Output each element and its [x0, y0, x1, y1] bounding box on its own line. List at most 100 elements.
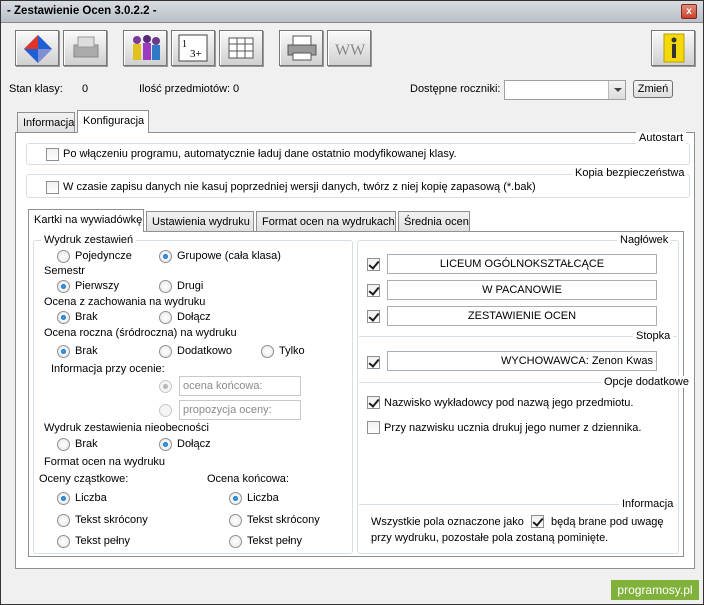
years-select[interactable] [504, 80, 626, 100]
header-line1-field[interactable]: LICEUM OGÓLNOKSZTAŁCĄCE [387, 254, 657, 274]
absence-none-label: Brak [75, 438, 98, 450]
open-class-button[interactable] [15, 30, 59, 66]
annual-additional-radio[interactable] [159, 345, 172, 358]
student-number-checkbox[interactable] [367, 421, 380, 434]
footer-checkbox[interactable] [367, 356, 380, 369]
behavior-none-label: Brak [75, 311, 98, 323]
autostart-checkbox[interactable] [46, 148, 59, 161]
print-type-title: Wydruk zestawień [41, 234, 137, 246]
tab-konfiguracja[interactable]: Konfiguracja [77, 110, 149, 133]
header-line3-checkbox[interactable] [367, 310, 380, 323]
grades-sheet-icon: 1 3+ [178, 34, 208, 62]
absence-none-radio[interactable] [57, 438, 70, 451]
annual-none-radio[interactable] [57, 345, 70, 358]
header-title: Nagłówek [617, 234, 672, 246]
info-title: Informacja [619, 498, 677, 510]
format-final-label: Ocena końcowa: [207, 473, 289, 485]
print-button[interactable] [279, 30, 323, 66]
config-panel: Autostart Po włączeniu programu, automat… [15, 132, 695, 569]
title-bar: - Zestawienie Ocen 3.0.2.2 - x [1, 1, 703, 23]
annual-final-field[interactable]: ocena końcowa: [179, 376, 301, 396]
info-example-checkbox [531, 515, 544, 528]
absence-attach-radio[interactable] [159, 438, 172, 451]
partial-short-label: Tekst skrócony [75, 514, 148, 526]
delete-class-button[interactable] [63, 30, 107, 66]
final-short-radio[interactable] [229, 514, 242, 527]
toolbar: 1 3+ WW [1, 24, 703, 74]
annual-info-label: Informacja przy ocenie: [51, 363, 165, 375]
flag-icon [24, 35, 52, 63]
print-single-radio[interactable] [57, 250, 70, 263]
tab-srednia-ocen[interactable]: Średnia ocen [398, 211, 470, 232]
grades-button[interactable]: 1 3+ [171, 30, 215, 66]
autostart-label: Po włączeniu programu, automatycznie ład… [63, 148, 457, 160]
partial-number-radio[interactable] [57, 492, 70, 505]
final-full-radio[interactable] [229, 535, 242, 548]
footer-field[interactable]: WYCHOWAWCA: Zenon Kwas [387, 351, 657, 371]
shred-icon [73, 36, 99, 58]
behavior-attach-label: Dołącz [177, 311, 211, 323]
annual-only-radio[interactable] [261, 345, 274, 358]
header-line1-checkbox[interactable] [367, 258, 380, 271]
backup-checkbox[interactable] [46, 181, 59, 194]
class-status-label: Stan klasy: [9, 83, 63, 95]
info-text-3: przy wydruku, pozostałe pola zostaną pom… [371, 532, 609, 544]
tab-format-ocen[interactable]: Format ocen na wydrukach [256, 211, 396, 232]
absence-title: Wydruk zestawienia nieobecności [41, 422, 212, 434]
chevron-down-icon[interactable] [608, 81, 625, 99]
years-label: Dostępne roczniki: [410, 83, 501, 95]
info-button[interactable] [651, 30, 695, 66]
info-text-1: Wszystkie pola oznaczone jako [371, 516, 524, 528]
final-number-label: Liczba [247, 492, 279, 504]
final-full-label: Tekst pełny [247, 535, 303, 547]
annual-proposal-field[interactable]: propozycja oceny: [179, 400, 301, 420]
partial-short-radio[interactable] [57, 514, 70, 527]
header-line3-field[interactable]: ZESTAWIENIE OCEN [387, 306, 657, 326]
website-button[interactable]: WW [327, 30, 371, 66]
annual-title: Ocena roczna (śródroczna) na wydruku [41, 327, 240, 339]
annual-final-radio[interactable] [159, 380, 172, 393]
annual-only-label: Tylko [279, 345, 305, 357]
semester-first-label: Pierwszy [75, 280, 120, 292]
format-partial-label: Oceny cząstkowe: [39, 473, 129, 485]
change-button[interactable]: Zmień [633, 80, 673, 98]
behavior-none-radio[interactable] [57, 311, 70, 324]
students-icon [133, 35, 160, 60]
annual-additional-label: Dodatkowo [177, 345, 233, 357]
partial-full-radio[interactable] [57, 535, 70, 548]
semester-title: Semestr [41, 265, 88, 277]
print-single-label: Pojedyncze [75, 250, 132, 262]
student-number-label: Przy nazwisku ucznia drukuj jego numer z… [384, 422, 642, 434]
semester-second-label: Drugi [177, 280, 204, 292]
behavior-attach-radio[interactable] [159, 311, 172, 324]
semester-second-radio[interactable] [159, 280, 172, 293]
kartki-panel: Wydruk zestawień Pojedyncze Grupowe (cał… [28, 231, 692, 557]
format-title: Format ocen na wydruku [41, 456, 169, 468]
behavior-title: Ocena z zachowania na wydruku [41, 296, 209, 308]
app-window: - Zestawienie Ocen 3.0.2.2 - x 1 3+ WW S… [0, 0, 704, 605]
lecturer-name-checkbox[interactable] [367, 396, 380, 409]
students-button[interactable] [123, 30, 167, 66]
tab-informacja[interactable]: Informacja [17, 112, 75, 133]
subjects-value: 0 [233, 83, 240, 95]
footer-divider [359, 336, 677, 337]
footer-title: Stopka [633, 330, 674, 342]
annual-proposal-radio[interactable] [159, 404, 172, 417]
final-number-radio[interactable] [229, 492, 242, 505]
backup-label: W czasie zapisu danych nie kasuj poprzed… [63, 181, 536, 193]
absence-attach-label: Dołącz [177, 438, 211, 450]
svg-text:3+: 3+ [190, 48, 202, 60]
semester-first-radio[interactable] [57, 280, 70, 293]
tab-kartki[interactable]: Kartki na wywiadówkę [28, 209, 144, 232]
watermark-logo: programosy.pl [611, 580, 699, 600]
header-line2-checkbox[interactable] [367, 284, 380, 297]
printer-icon [287, 35, 317, 61]
print-group-radio[interactable] [159, 250, 172, 263]
close-button[interactable]: x [681, 4, 697, 19]
partial-number-label: Liczba [75, 492, 107, 504]
table-button[interactable] [219, 30, 263, 66]
header-line2-field[interactable]: W PACANOWIE [387, 280, 657, 300]
print-group-label: Grupowe (cała klasa) [177, 250, 281, 262]
tab-ustawienia-wydruku[interactable]: Ustawienia wydruku [146, 211, 254, 232]
subjects-label: Ilość przedmiotów: [139, 83, 231, 95]
